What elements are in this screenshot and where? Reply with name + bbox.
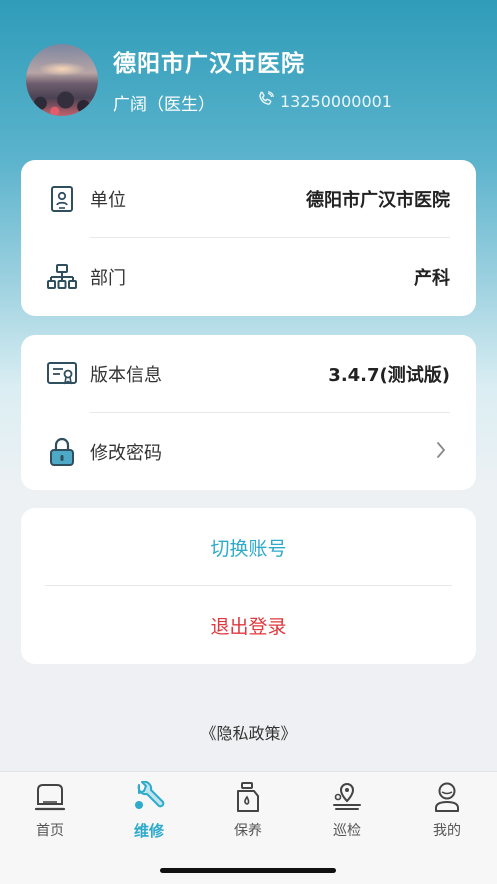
avatar[interactable]	[26, 44, 98, 116]
account-card: 切换账号 退出登录	[21, 508, 476, 664]
logout-button[interactable]: 退出登录	[21, 586, 476, 664]
tab-repair-label: 维修	[133, 822, 164, 840]
avatar-sky	[38, 62, 86, 76]
hospital-name: 德阳市广汉市医院	[113, 51, 305, 77]
home-icon	[33, 780, 67, 814]
department-row: 部门 产科	[21, 238, 476, 316]
tab-home[interactable]: 首页	[15, 780, 85, 844]
certificate-icon	[47, 359, 77, 389]
switch-account-button[interactable]: 切换账号	[21, 508, 476, 586]
home-indicator	[160, 868, 336, 873]
version-label: 版本信息	[90, 365, 162, 386]
avatar-landscape	[26, 84, 98, 116]
oil-can-icon	[231, 780, 265, 814]
unit-value: 德阳市广汉市医院	[306, 190, 450, 211]
unit-label: 单位	[90, 190, 126, 211]
settings-card: 版本信息 3.4.7(测试版) 修改密码	[21, 335, 476, 490]
user-name: 广阔（医生）	[113, 95, 215, 115]
info-card: 单位 德阳市广汉市医院 部门 产科	[21, 160, 476, 316]
tab-mine[interactable]: 我的	[412, 780, 482, 844]
map-pin-icon	[330, 780, 364, 814]
tab-repair[interactable]: 维修	[114, 780, 184, 844]
lock-icon	[47, 437, 77, 467]
unit-row: 单位 德阳市广汉市医院	[21, 160, 476, 238]
wrench-icon	[132, 780, 166, 814]
profile-header: 德阳市广汉市医院 广阔（医生） 13250000001	[0, 0, 497, 150]
id-badge-icon	[47, 184, 77, 214]
phone-number: 13250000001	[280, 91, 392, 111]
phone-icon	[258, 91, 274, 111]
department-value: 产科	[414, 268, 450, 289]
change-password-label: 修改密码	[90, 443, 162, 464]
department-label: 部门	[90, 268, 126, 289]
chevron-right-icon	[436, 441, 446, 464]
privacy-policy-link[interactable]: 《隐私政策》	[0, 720, 497, 744]
org-chart-icon	[47, 262, 77, 292]
version-row: 版本信息 3.4.7(测试版)	[21, 335, 476, 413]
version-value: 3.4.7(测试版)	[328, 365, 450, 386]
user-icon	[430, 780, 464, 814]
tab-mine-label: 我的	[433, 823, 461, 839]
change-password-row[interactable]: 修改密码	[21, 413, 476, 491]
tab-maintenance-label: 保养	[234, 823, 262, 839]
tab-maintenance[interactable]: 保养	[213, 780, 283, 844]
tab-home-label: 首页	[36, 823, 64, 839]
phone-info: 13250000001	[258, 91, 392, 111]
tab-inspection-label: 巡检	[333, 823, 361, 839]
tab-inspection[interactable]: 巡检	[312, 780, 382, 844]
